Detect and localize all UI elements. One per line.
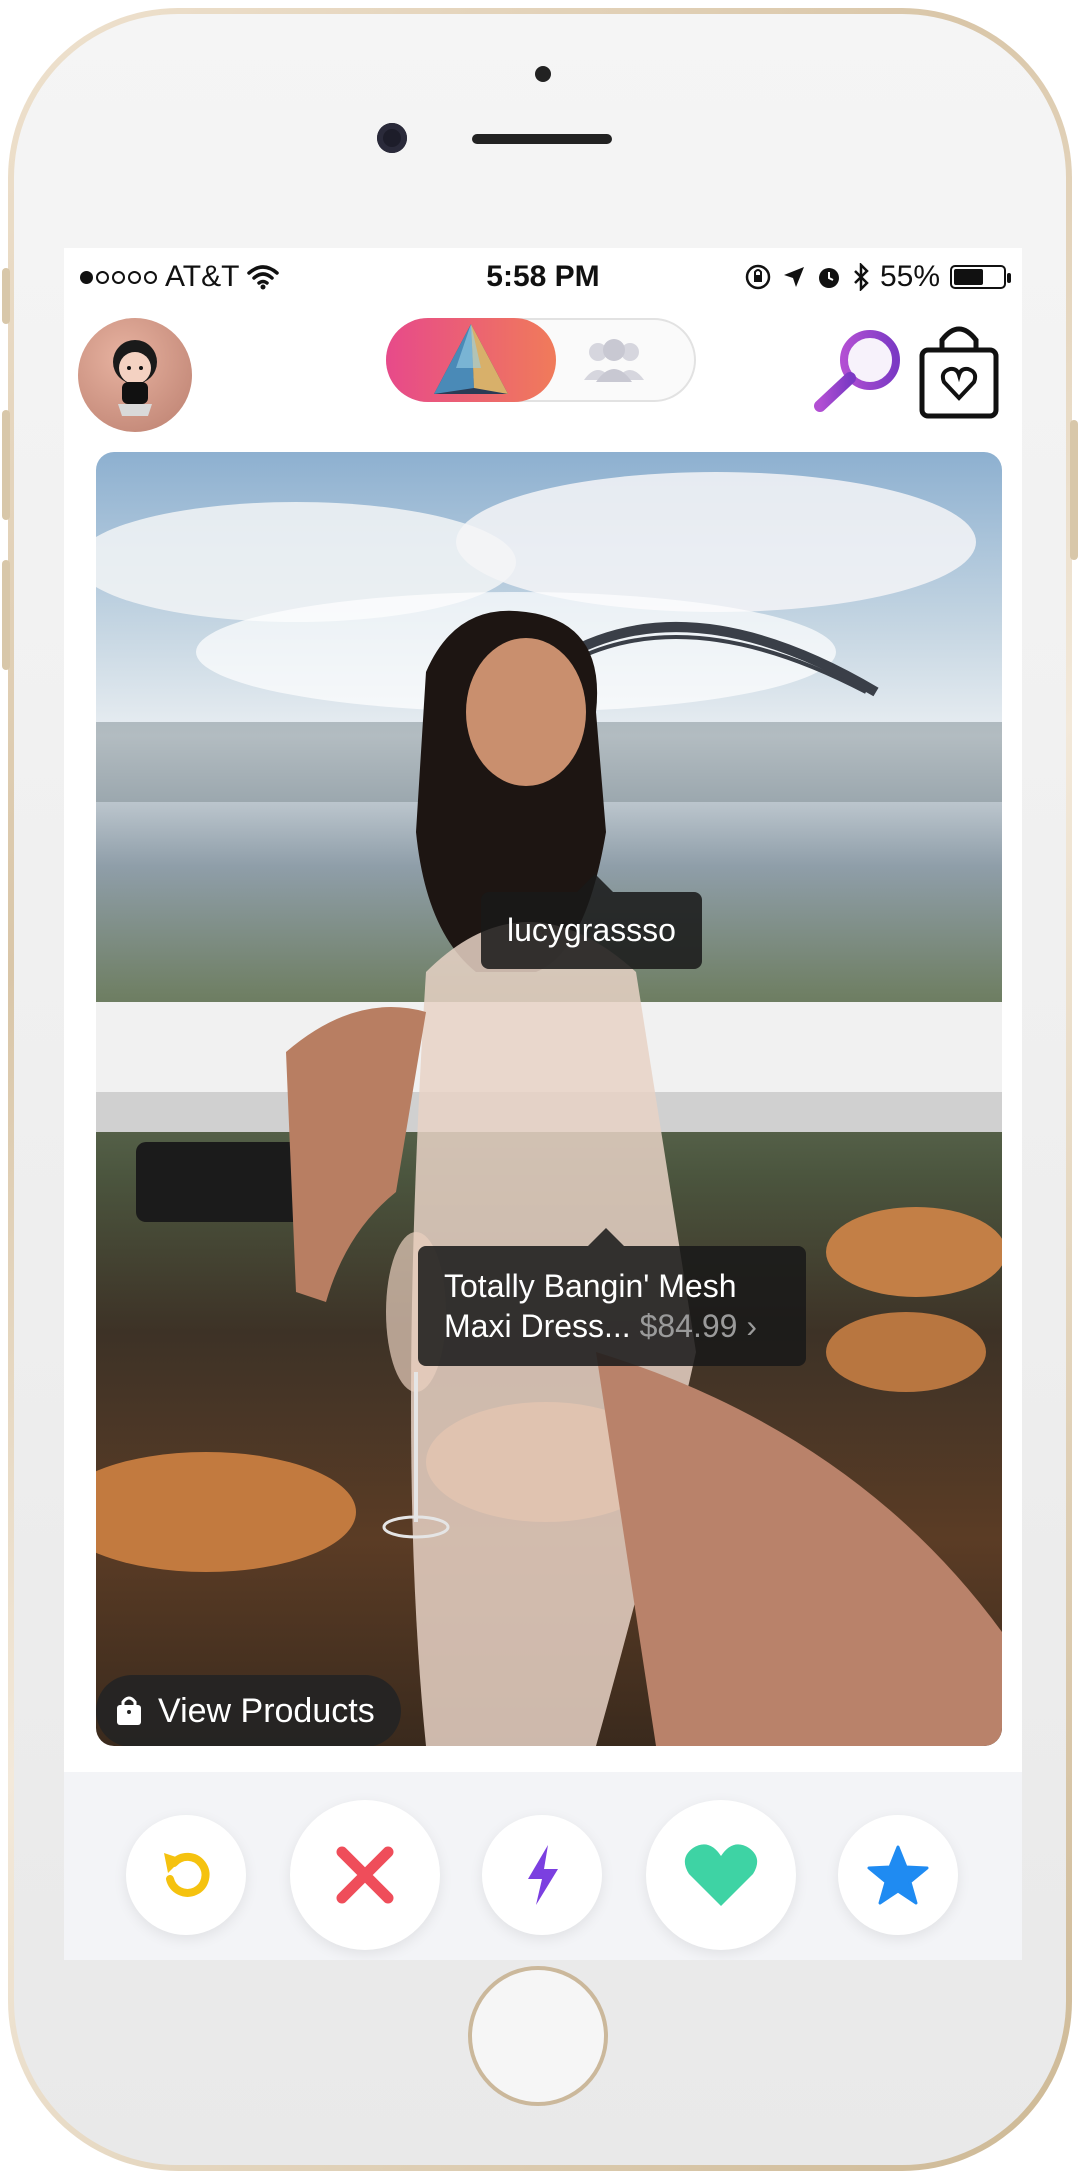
orientation-lock-icon: [745, 264, 771, 290]
rewind-button[interactable]: [126, 1815, 246, 1935]
rewind-icon: [164, 1852, 210, 1897]
status-bar: AT&T 5:58 PM 55%: [64, 248, 1022, 304]
power-button: [1070, 420, 1078, 560]
alarm-icon: [818, 268, 839, 288]
heart-icon: [684, 1844, 758, 1906]
action-bar: [64, 1772, 1022, 1960]
product-price: $84.99: [639, 1308, 738, 1344]
username-tag[interactable]: lucygrassso: [481, 874, 702, 969]
home-button[interactable]: [468, 1966, 608, 2106]
close-icon: [336, 1846, 394, 1904]
star-icon: [867, 1845, 929, 1905]
battery-percent: 55%: [879, 260, 940, 293]
shopping-bag-icon: [117, 1696, 141, 1725]
location-icon: [783, 267, 804, 287]
top-bar: [64, 304, 1022, 432]
profile-avatar[interactable]: [78, 318, 192, 432]
boost-button[interactable]: [482, 1815, 602, 1935]
like-button[interactable]: [646, 1800, 796, 1950]
product-tag[interactable]: Totally Bangin' Mesh Maxi Dress... $84.9…: [418, 1228, 806, 1366]
bluetooth-icon: [854, 263, 869, 291]
post-photo[interactable]: lucygrassso Totally Bangin' Mesh Maxi Dr…: [96, 452, 1002, 1746]
mode-toggle[interactable]: [386, 318, 696, 402]
group-icon[interactable]: [578, 338, 650, 382]
volume-down-button: [2, 560, 10, 670]
mute-switch: [2, 268, 10, 324]
app-screen: AT&T 5:58 PM 55% lucygrassso Totally Ban…: [64, 248, 1022, 1960]
super-like-button[interactable]: [838, 1815, 958, 1935]
avatar-illustration: [113, 340, 157, 416]
photo-scene: [96, 472, 1002, 1746]
search-icon[interactable]: [808, 326, 908, 416]
chevron-right-icon: ›: [746, 1308, 757, 1344]
volume-up-button: [2, 410, 10, 520]
earpiece-speaker: [472, 134, 612, 144]
proximity-sensor: [535, 66, 551, 82]
view-products-label: View Products: [158, 1691, 375, 1730]
bolt-icon: [528, 1845, 558, 1905]
dislike-button[interactable]: [290, 1800, 440, 1950]
shopping-bag-heart-icon[interactable]: [914, 320, 1004, 420]
battery-icon: [950, 265, 1011, 289]
view-products-button[interactable]: View Products: [96, 1675, 401, 1746]
pyramid-icon: [434, 324, 508, 394]
mode-toggle-selected[interactable]: [386, 318, 556, 402]
front-camera: [377, 123, 407, 153]
status-right: 55%: [744, 260, 1011, 294]
